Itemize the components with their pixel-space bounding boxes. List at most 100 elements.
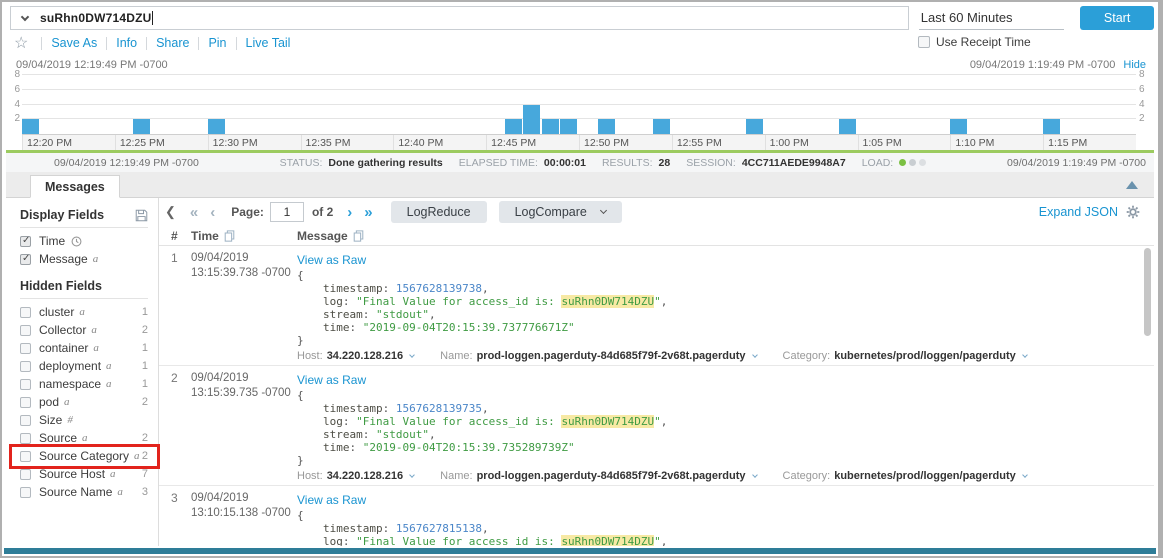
histogram-bar[interactable] [542,119,559,134]
meta-label-name: Name: [440,350,472,362]
meta-value-name[interactable]: prod-loggen.pagerduty-84d685f79f-2v68t.p… [477,470,746,482]
action-link-info[interactable]: Info [116,36,137,50]
tab-bar: Messages [6,172,1154,198]
name-dropdown-chevron-icon[interactable] [752,472,758,478]
vertical-scrollbar-thumb[interactable] [1144,248,1151,336]
action-link-pin[interactable]: Pin [208,36,226,50]
histogram-x-axis: 12:20 PM12:25 PM12:30 PM12:35 PM12:40 PM… [22,135,1136,150]
load-indicator [899,159,926,166]
copy-icon[interactable] [353,230,364,242]
histogram-bar[interactable] [22,119,39,134]
action-link-save-as[interactable]: Save As [51,36,97,50]
field-checkbox[interactable] [20,361,31,372]
field-checkbox[interactable] [20,254,31,265]
field-row-time[interactable]: Time [20,232,158,250]
use-receipt-time-checkbox[interactable] [918,36,930,48]
meta-value-category[interactable]: kubernetes/prod/loggen/pagerduty [834,470,1016,482]
category-dropdown-chevron-icon[interactable] [1022,472,1028,478]
collapse-sidebar-icon[interactable]: ❮ [165,204,176,220]
start-button[interactable]: Start [1080,6,1154,30]
field-checkbox[interactable] [20,236,31,247]
histogram-bar[interactable] [653,119,670,134]
field-row-source-host[interactable]: Source Hosta7 [20,465,158,483]
histogram-bar[interactable] [505,119,522,134]
column-header-time[interactable]: Time [191,229,297,243]
field-row-source-category[interactable]: Source Categorya2 [20,447,158,465]
field-row-cluster[interactable]: clustera1 [20,303,158,321]
field-row-namespace[interactable]: namespacea1 [20,375,158,393]
field-checkbox[interactable] [20,379,31,390]
field-row-source[interactable]: Sourcea2 [20,429,158,447]
field-checkbox[interactable] [20,397,31,408]
collapse-panel-arrow-icon[interactable] [1126,181,1138,189]
copy-icon[interactable] [224,230,235,242]
json-punct: : [343,295,356,308]
time-range-selector[interactable]: Last 60 Minutes [919,7,1064,30]
field-row-container[interactable]: containera1 [20,339,158,357]
view-as-raw-link[interactable]: View as Raw [297,253,366,267]
query-expand-chevron-icon[interactable] [21,12,29,20]
field-checkbox[interactable] [20,307,31,318]
search-query-text[interactable]: suRhn0DW714DZU [40,11,151,25]
logreduce-button[interactable]: LogReduce [391,201,487,223]
logcompare-dropdown-chevron-icon[interactable] [600,207,607,214]
json-string: "Final Value for access_id is: [356,295,561,308]
tab-messages[interactable]: Messages [30,175,120,198]
field-row-message[interactable]: Messagea [20,250,158,268]
histogram-bar[interactable] [839,119,856,134]
field-checkbox[interactable] [20,343,31,354]
field-row-pod[interactable]: poda2 [20,393,158,411]
field-row-source-name[interactable]: Source Namea3 [20,483,158,501]
field-checkbox[interactable] [20,487,31,498]
histogram-bar[interactable] [1043,119,1060,134]
histogram-bar[interactable] [523,105,540,135]
field-checkbox[interactable] [20,415,31,426]
save-fields-icon[interactable] [135,209,148,222]
column-header-num[interactable]: # [159,229,191,243]
time-header-label: Time [191,229,219,243]
elapsed-value: 00:00:01 [544,157,586,169]
meta-value-host[interactable]: 34.220.128.216 [327,350,403,362]
favorite-star-icon[interactable]: ☆ [14,33,28,53]
field-checkbox[interactable] [20,451,31,462]
field-checkbox[interactable] [20,325,31,336]
logcompare-button[interactable]: LogCompare [499,201,622,223]
field-row-size[interactable]: Size# [20,411,158,429]
field-row-deployment[interactable]: deploymenta1 [20,357,158,375]
category-dropdown-chevron-icon[interactable] [1022,352,1028,358]
row-number: 1 [159,251,191,362]
histogram-plot: 22446688 [22,75,1136,135]
json-line-timestamp: timestamp: 1567627815138, [297,522,1154,535]
host-dropdown-chevron-icon[interactable] [409,472,415,478]
last-page-button[interactable]: » [364,205,372,220]
meta-value-name[interactable]: prod-loggen.pagerduty-84d685f79f-2v68t.p… [477,350,746,362]
view-as-raw-link[interactable]: View as Raw [297,373,366,387]
display-fields-title: Display Fields [20,208,104,222]
search-query-input[interactable]: suRhn0DW714DZU [10,6,909,30]
action-link-share[interactable]: Share [156,36,189,50]
json-punct: : [383,282,396,295]
field-checkbox[interactable] [20,469,31,480]
settings-gear-icon[interactable] [1126,205,1140,219]
next-page-button[interactable]: › [347,205,352,220]
expand-json-link[interactable]: Expand JSON [1039,205,1118,219]
histogram-bar[interactable] [598,119,615,134]
field-label: pod [39,395,59,409]
field-row-collector[interactable]: Collectora2 [20,321,158,339]
meta-value-category[interactable]: kubernetes/prod/loggen/pagerduty [834,350,1016,362]
meta-value-host[interactable]: 34.220.128.216 [327,470,403,482]
histogram-bar[interactable] [560,119,577,134]
action-link-live-tail[interactable]: Live Tail [246,36,291,50]
column-header-message[interactable]: Message [297,229,1154,243]
name-dropdown-chevron-icon[interactable] [752,352,758,358]
histogram-bar[interactable] [208,119,225,134]
first-page-button[interactable]: « [190,205,198,220]
field-checkbox[interactable] [20,433,31,444]
view-as-raw-link[interactable]: View as Raw [297,493,366,507]
histogram-bar[interactable] [133,119,150,134]
prev-page-button[interactable]: ‹ [210,205,215,220]
histogram-bar[interactable] [950,119,967,134]
histogram-bar[interactable] [746,119,763,134]
host-dropdown-chevron-icon[interactable] [409,352,415,358]
page-number-input[interactable] [270,202,304,222]
